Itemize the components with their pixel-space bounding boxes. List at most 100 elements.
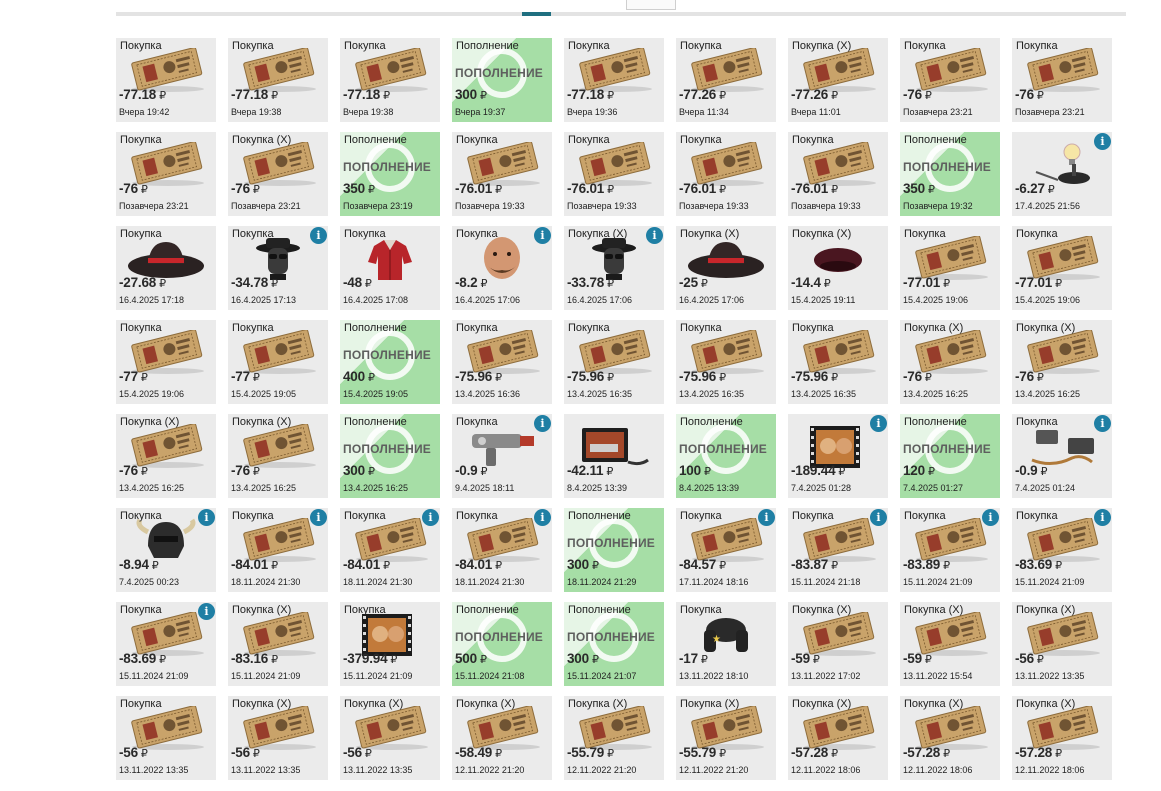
transaction-card[interactable]: Покупка -76.01 ₽ Позавчера 19:33 [452,132,552,216]
info-icon[interactable]: i [310,227,327,244]
info-icon[interactable]: i [870,415,887,432]
info-icon[interactable]: i [758,509,775,526]
transaction-card[interactable]: Покупка (X) -56 ₽ 13.11.2022 13:35 [340,696,440,780]
transaction-card[interactable]: Покупка (X) -57.28 ₽ 12.11.2022 18:06 [1012,696,1112,780]
info-icon[interactable]: i [982,509,999,526]
transaction-card[interactable]: Покупка (X) -55.79 ₽ 12.11.2022 21:20 [564,696,664,780]
transaction-card[interactable]: Покупка (X) -56 ₽ 13.11.2022 13:35 [1012,602,1112,686]
transaction-card[interactable]: Покупка -76.01 ₽ Позавчера 19:33 [676,132,776,216]
transaction-card[interactable]: Покупка (X) -59 ₽ 13.11.2022 17:02 [788,602,888,686]
transaction-amount: -57.28 ₽ [903,745,950,760]
transaction-card[interactable]: Покупка -84.57 ₽ 17.11.2024 18:16 i [676,508,776,592]
transaction-card[interactable]: -189.44 ₽ 7.4.2025 01:28 i [788,414,888,498]
info-icon[interactable]: i [1094,133,1111,150]
transaction-card[interactable]: Покупка -76 ₽ Позавчера 23:21 [900,38,1000,122]
transaction-card[interactable]: Пополнение ПОПОЛНЕНИЕ 100 ₽ 8.4.2025 13:39 [676,414,776,498]
transaction-date: 13.4.2025 16:25 [1015,389,1081,399]
transaction-type: Пополнение [344,416,407,428]
transaction-card[interactable]: Пополнение ПОПОЛНЕНИЕ 350 ₽ Позавчера 19:32 [900,132,1000,216]
transaction-card[interactable]: Покупка -84.01 ₽ 18.11.2024 21:30 i [340,508,440,592]
transaction-card[interactable]: Покупка -75.96 ₽ 13.4.2025 16:36 [452,320,552,404]
transaction-card[interactable]: Покупка (X) -56 ₽ 13.11.2022 13:35 [228,696,328,780]
transaction-card[interactable]: Покупка (X) -57.28 ₽ 12.11.2022 18:06 [788,696,888,780]
transaction-card[interactable]: Покупка ★ -17 ₽ 13.11.2022 18:10 [676,602,776,686]
transaction-card[interactable]: Покупка -84.01 ₽ 18.11.2024 21:30 i [228,508,328,592]
transaction-card[interactable]: Покупка (X) -14.4 ₽ 15.4.2025 19:11 [788,226,888,310]
transaction-card[interactable]: Покупка -77 ₽ 15.4.2025 19:06 [116,320,216,404]
transaction-card[interactable]: Покупка -34.78 ₽ 16.4.2025 17:13 i [228,226,328,310]
currency-symbol: ₽ [495,748,502,760]
transaction-card[interactable]: Покупка (X) -58.49 ₽ 12.11.2022 21:20 [452,696,552,780]
transaction-card[interactable]: Покупка (X) -76 ₽ 13.4.2025 16:25 [116,414,216,498]
transaction-card[interactable]: Покупка -77.18 ₽ Вчера 19:38 [228,38,328,122]
info-icon[interactable]: i [646,227,663,244]
transaction-card[interactable]: Покупка -76 ₽ Позавчера 23:21 [1012,38,1112,122]
transaction-card[interactable]: Покупка (X) -76 ₽ 13.4.2025 16:25 [228,414,328,498]
transaction-card[interactable]: Покупка -56 ₽ 13.11.2022 13:35 [116,696,216,780]
transaction-card[interactable]: Покупка -8.94 ₽ 7.4.2025 00:23 i [116,508,216,592]
transaction-card[interactable]: Пополнение ПОПОЛНЕНИЕ 350 ₽ Позавчера 23:19 [340,132,440,216]
transaction-card[interactable]: Покупка -77.26 ₽ Вчера 11:34 [676,38,776,122]
transaction-type: Покупка (X) [792,604,852,616]
currency-symbol: ₽ [364,278,372,290]
transaction-card[interactable]: Покупка -27.68 ₽ 16.4.2025 17:18 [116,226,216,310]
transaction-card[interactable]: Покупка (X) -76 ₽ 13.4.2025 16:25 [900,320,1000,404]
transaction-card[interactable]: Покупка -0.9 ₽ 9.4.2025 18:11 i [452,414,552,498]
transaction-card[interactable]: Покупка -76 ₽ Позавчера 23:21 [116,132,216,216]
transaction-card[interactable]: Покупка -83.89 ₽ 15.11.2024 21:09 i [900,508,1000,592]
transaction-card[interactable]: Покупка (X) -76 ₽ Позавчера 23:21 [228,132,328,216]
transaction-card[interactable]: Покупка -379.94 ₽ 15.11.2024 21:09 [340,602,440,686]
transaction-card[interactable]: Покупка (X) -33.78 ₽ 16.4.2025 17:06 i [564,226,664,310]
transaction-card[interactable]: Покупка -84.01 ₽ 18.11.2024 21:30 i [452,508,552,592]
info-icon[interactable]: i [534,509,551,526]
info-icon[interactable]: i [422,509,439,526]
transaction-card[interactable]: Покупка (X) -77.26 ₽ Вчера 11:01 [788,38,888,122]
transaction-card[interactable]: Покупка -83.87 ₽ 15.11.2024 21:18 i [788,508,888,592]
transaction-amount: -55.79 ₽ [567,745,614,760]
transaction-type: Покупка [568,134,610,146]
transaction-card[interactable]: Покупка (X) -57.28 ₽ 12.11.2022 18:06 [900,696,1000,780]
info-icon[interactable]: i [198,509,215,526]
transaction-card[interactable]: Покупка -83.69 ₽ 15.11.2024 21:09 i [1012,508,1112,592]
currency-symbol: ₽ [495,560,502,572]
info-icon[interactable]: i [1094,415,1111,432]
transaction-card[interactable]: Пополнение ПОПОЛНЕНИЕ 400 ₽ 15.4.2025 19:05 [340,320,440,404]
transaction-card[interactable]: Покупка -75.96 ₽ 13.4.2025 16:35 [564,320,664,404]
transaction-card[interactable]: Покупка -77.01 ₽ 15.4.2025 19:06 [900,226,1000,310]
info-icon[interactable]: i [870,509,887,526]
transaction-card[interactable]: Покупка (X) -76 ₽ 13.4.2025 16:25 [1012,320,1112,404]
transaction-card[interactable]: Пополнение ПОПОЛНЕНИЕ 300 ₽ 15.11.2024 21:07 [564,602,664,686]
transaction-card[interactable]: -6.27 ₽ 17.4.2025 21:56 i [1012,132,1112,216]
transaction-card[interactable]: Пополнение ПОПОЛНЕНИЕ 300 ₽ 13.4.2025 16:25 [340,414,440,498]
info-icon[interactable]: i [310,509,327,526]
transaction-card[interactable]: Покупка -0.9 ₽ 7.4.2025 01:24 i [1012,414,1112,498]
transaction-card[interactable]: Покупка -75.96 ₽ 13.4.2025 16:35 [676,320,776,404]
transaction-card[interactable]: Покупка -77 ₽ 15.4.2025 19:05 [228,320,328,404]
transaction-card[interactable]: Покупка -77.18 ₽ Вчера 19:38 [340,38,440,122]
transaction-card[interactable]: Покупка -48 ₽ 16.4.2025 17:08 [340,226,440,310]
transaction-card[interactable]: Покупка -75.96 ₽ 13.4.2025 16:35 [788,320,888,404]
info-icon[interactable]: i [198,603,215,620]
transaction-card[interactable]: -42.11 ₽ 8.4.2025 13:39 [564,414,664,498]
transaction-card[interactable]: Пополнение ПОПОЛНЕНИЕ 120 ₽ 7.4.2025 01:27 [900,414,1000,498]
info-icon[interactable]: i [534,227,551,244]
info-icon[interactable]: i [1094,509,1111,526]
transaction-card[interactable]: Пополнение ПОПОЛНЕНИЕ 300 ₽ Вчера 19:37 [452,38,552,122]
active-tab-indicator [522,12,551,16]
transaction-card[interactable]: Пополнение ПОПОЛНЕНИЕ 300 ₽ 18.11.2024 21:29 [564,508,664,592]
transaction-card[interactable]: Покупка -76.01 ₽ Позавчера 19:33 [564,132,664,216]
transaction-card[interactable]: Покупка (X) -25 ₽ 16.4.2025 17:06 [676,226,776,310]
tab-fragment[interactable] [626,0,676,10]
currency-symbol: ₽ [927,184,935,196]
info-icon[interactable]: i [534,415,551,432]
transaction-card[interactable]: Покупка -76.01 ₽ Позавчера 19:33 [788,132,888,216]
transaction-card[interactable]: Покупка -83.69 ₽ 15.11.2024 21:09 i [116,602,216,686]
transaction-card[interactable]: Пополнение ПОПОЛНЕНИЕ 500 ₽ 15.11.2024 21:08 [452,602,552,686]
transaction-card[interactable]: Покупка (X) -83.16 ₽ 15.11.2024 21:09 [228,602,328,686]
transaction-card[interactable]: Покупка (X) -59 ₽ 13.11.2022 15:54 [900,602,1000,686]
transaction-card[interactable]: Покупка -8.2 ₽ 16.4.2025 17:06 i [452,226,552,310]
transaction-card[interactable]: Покупка -77.01 ₽ 15.4.2025 19:06 [1012,226,1112,310]
transaction-card[interactable]: Покупка -77.18 ₽ Вчера 19:42 [116,38,216,122]
transaction-card[interactable]: Покупка (X) -55.79 ₽ 12.11.2022 21:20 [676,696,776,780]
transaction-card[interactable]: Покупка -77.18 ₽ Вчера 19:36 [564,38,664,122]
